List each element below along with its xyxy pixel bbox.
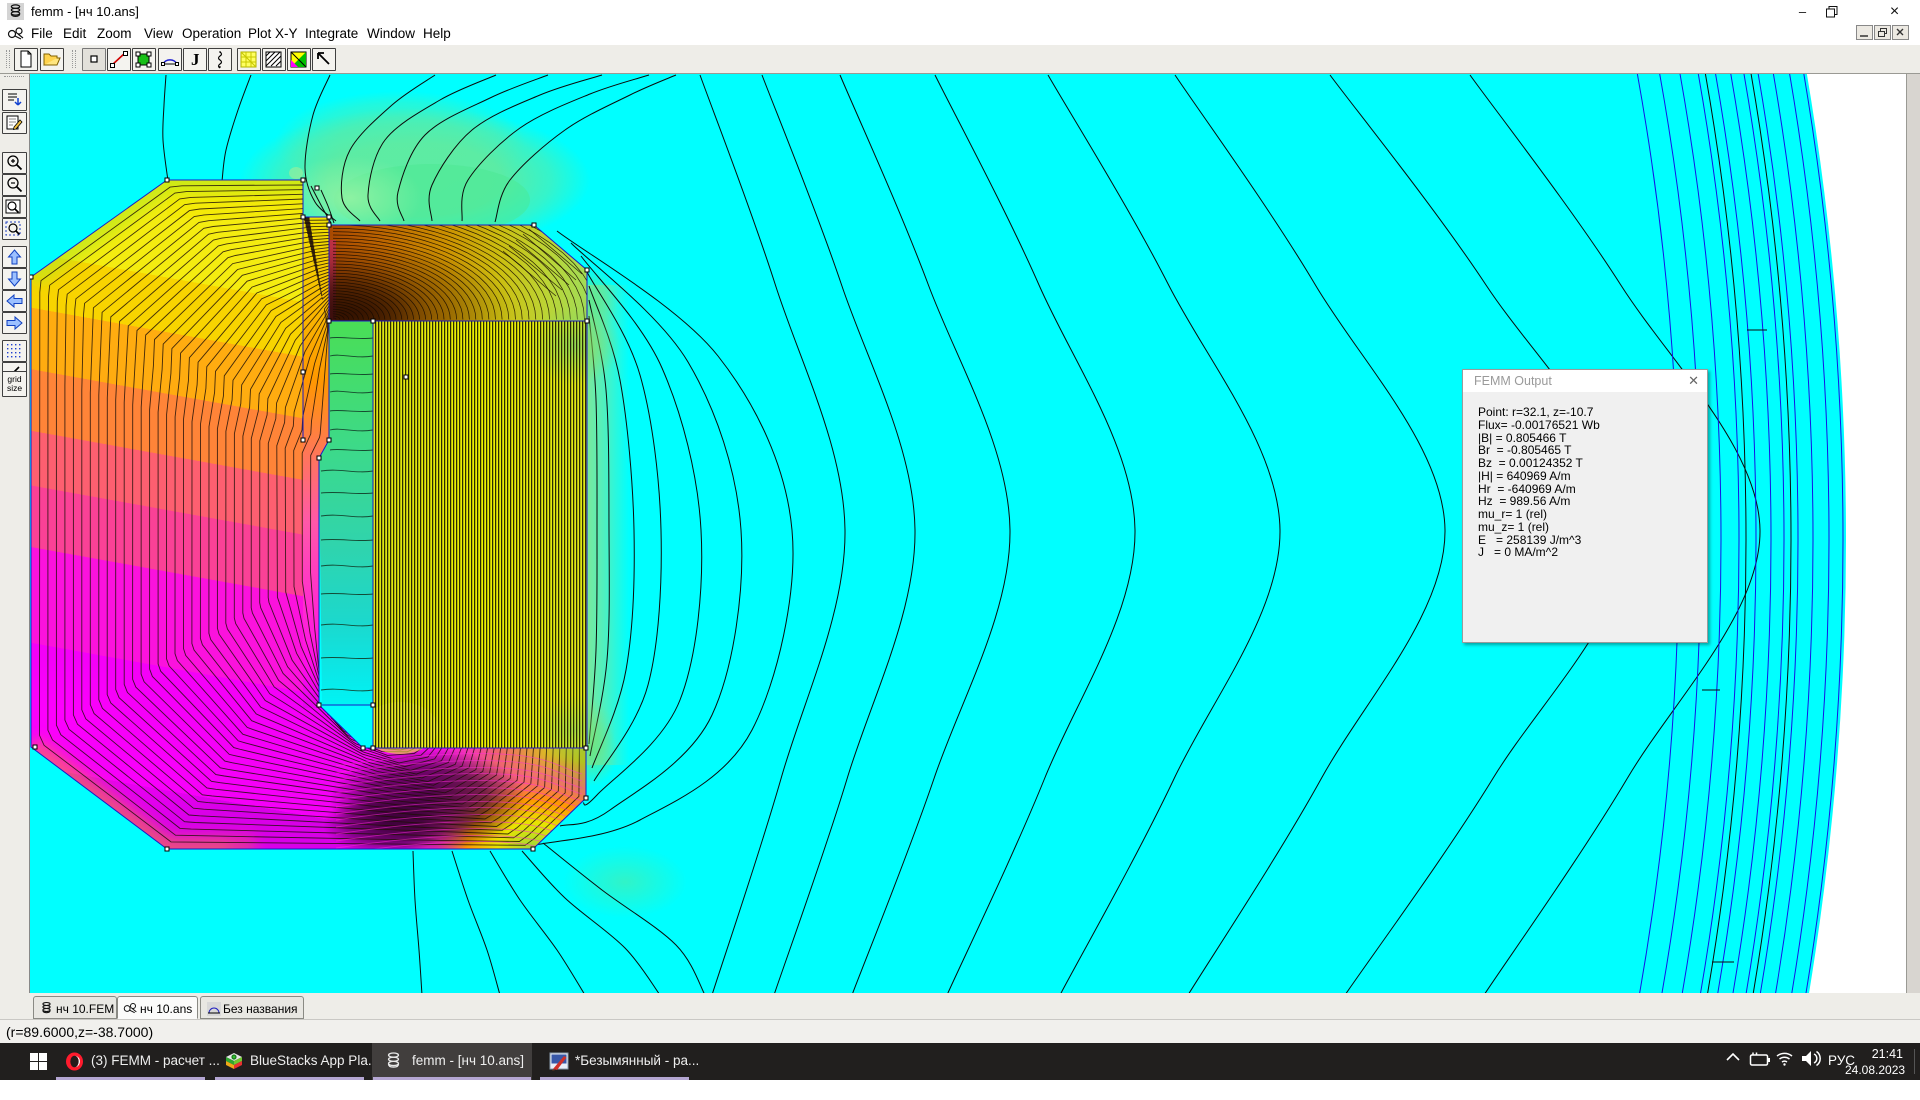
svg-text:J: J bbox=[191, 50, 200, 69]
